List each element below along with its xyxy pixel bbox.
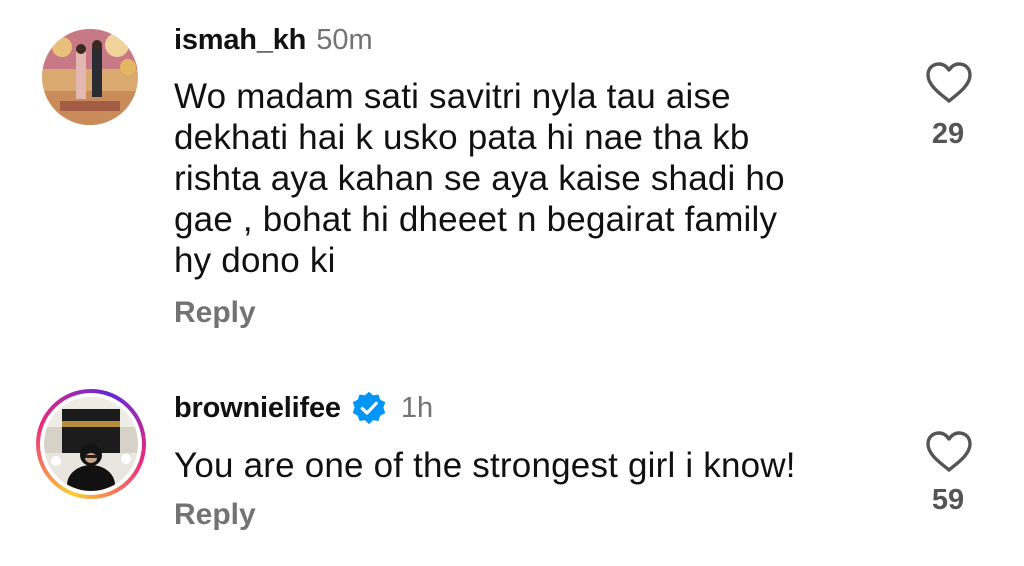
comment-text-line: Wo madam sati savitri nyla tau aise bbox=[174, 77, 731, 116]
like-count: 29 bbox=[931, 118, 965, 150]
comment-text-line: You are one of the strongest girl i know… bbox=[174, 446, 796, 485]
username[interactable]: ismah_kh bbox=[174, 22, 306, 58]
reply-button[interactable]: Reply bbox=[174, 498, 256, 532]
comment-text-line: dekhati hai k usko pata hi nae tha kb bbox=[174, 118, 750, 157]
comment-header: brownielifee 1h bbox=[174, 390, 433, 426]
heart-outline-icon bbox=[925, 62, 973, 108]
comment-text: You are one of the strongest girl i know… bbox=[174, 445, 874, 486]
comment-text: Wo madam sati savitri nyla tau aise dekh… bbox=[174, 76, 874, 281]
timestamp: 1h bbox=[400, 392, 434, 424]
comment-header: ismah_kh 50m bbox=[174, 22, 373, 58]
avatar[interactable] bbox=[42, 29, 138, 125]
avatar[interactable] bbox=[44, 397, 138, 491]
comment-text-line: gae , bohat hi dheeet n begairat family bbox=[174, 200, 778, 239]
reply-button[interactable]: Reply bbox=[174, 296, 256, 330]
comment-text-line: hy dono ki bbox=[174, 241, 336, 280]
heart-outline-icon bbox=[925, 431, 973, 477]
like-button[interactable] bbox=[925, 431, 973, 478]
username[interactable]: brownielifee bbox=[174, 390, 341, 426]
like-count: 59 bbox=[931, 484, 965, 516]
timestamp: 50m bbox=[316, 24, 373, 56]
like-button[interactable] bbox=[925, 62, 973, 109]
comment-text-line: rishta aya kahan se aya kaise shadi ho bbox=[174, 159, 785, 198]
verified-badge-icon bbox=[351, 390, 387, 426]
